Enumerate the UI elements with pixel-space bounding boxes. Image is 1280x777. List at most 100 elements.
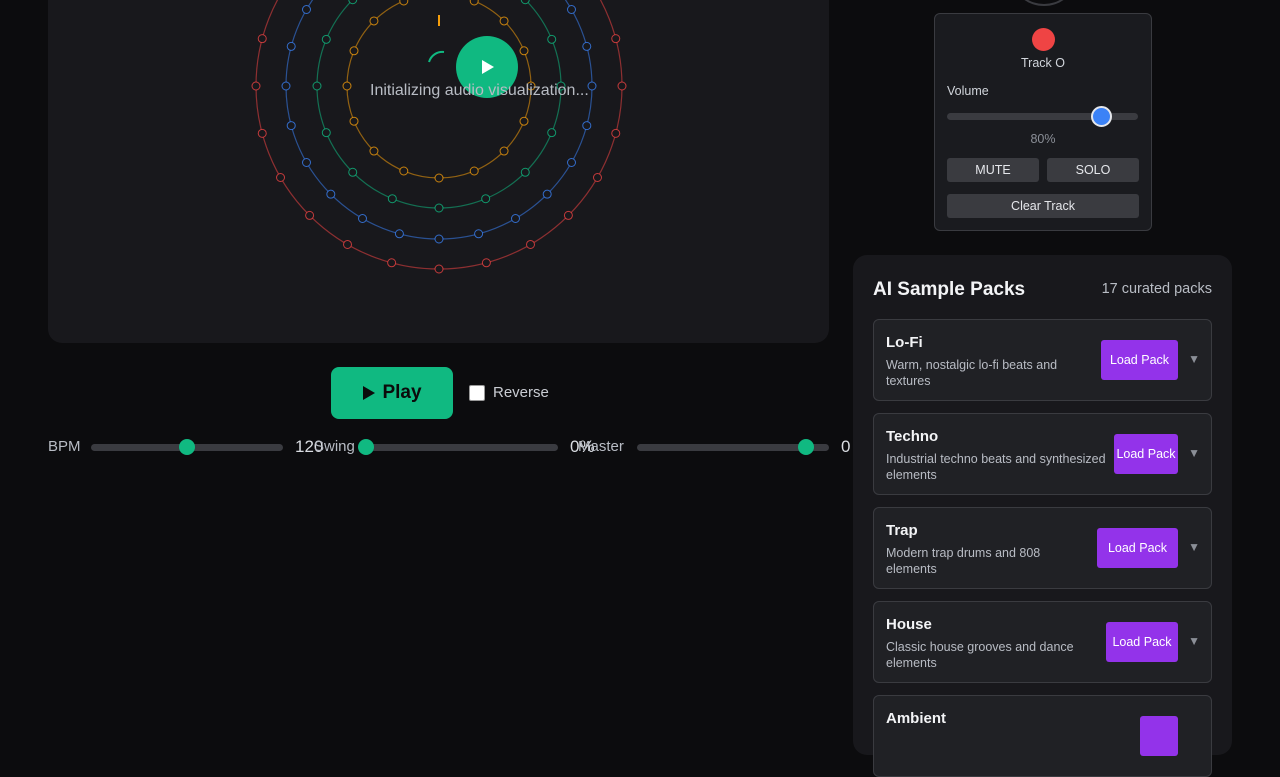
- chevron-down-icon[interactable]: ▼: [1188, 352, 1200, 366]
- sequencer-step[interactable]: [611, 128, 621, 138]
- sequencer-step[interactable]: [582, 121, 592, 131]
- mute-button[interactable]: MUTE: [947, 158, 1039, 182]
- volume-slider-thumb[interactable]: [1090, 106, 1112, 127]
- sequencer-step[interactable]: [348, 167, 358, 177]
- visualizer-status: Initializing audio visualization...: [370, 82, 589, 99]
- pack-card-trap[interactable]: Trap Modern trap drums and 808 elements …: [873, 507, 1212, 589]
- sequencer-step[interactable]: [592, 173, 602, 182]
- chevron-down-icon[interactable]: ▼: [1188, 540, 1200, 554]
- sequencer-step[interactable]: [305, 210, 315, 220]
- volume-label: Volume: [947, 84, 989, 98]
- swing-slider-thumb[interactable]: [358, 439, 374, 455]
- track-controls-card: Track O Volume 80% MUTE SOLO Clear Track: [934, 13, 1152, 231]
- sequencer-step[interactable]: [481, 258, 491, 268]
- sequencer-step[interactable]: [257, 128, 267, 138]
- play-icon: [363, 386, 376, 400]
- sequencer-step[interactable]: [369, 146, 379, 156]
- sequencer-step[interactable]: [257, 34, 267, 44]
- visualizer-panel: Initializing audio visualization...: [48, 0, 829, 343]
- sequencer-step[interactable]: [582, 41, 592, 51]
- sequencer-step[interactable]: [542, 189, 552, 199]
- clear-track-button[interactable]: Clear Track: [947, 194, 1139, 218]
- load-pack-button[interactable]: Load Pack: [1114, 434, 1178, 474]
- reverse-checkbox[interactable]: [469, 384, 485, 401]
- sequencer-step[interactable]: [286, 121, 296, 131]
- sequencer-step[interactable]: [469, 166, 479, 176]
- sequencer-step[interactable]: [434, 173, 444, 183]
- load-pack-button[interactable]: Load Pack: [1101, 340, 1178, 380]
- sequencer-step[interactable]: [286, 41, 296, 51]
- sequencer-step[interactable]: [434, 234, 444, 244]
- sequencer-step[interactable]: [567, 5, 577, 14]
- reverse-toggle[interactable]: Reverse: [469, 384, 549, 401]
- sequencer-step[interactable]: [469, 0, 479, 6]
- sequencer-step[interactable]: [520, 167, 530, 177]
- bpm-slider-thumb[interactable]: [179, 439, 195, 455]
- sequencer-step[interactable]: [251, 81, 261, 91]
- play-icon: [482, 60, 494, 74]
- master-slider-thumb[interactable]: [797, 439, 814, 455]
- reverse-label: Reverse: [493, 384, 549, 401]
- sequencer-step[interactable]: [348, 0, 358, 5]
- chevron-down-icon[interactable]: ▼: [1188, 634, 1200, 648]
- sequencer-step[interactable]: [547, 34, 557, 44]
- sequencer-step[interactable]: [499, 16, 509, 26]
- sequencer-ring: [285, 0, 593, 240]
- sequencer-step[interactable]: [611, 34, 621, 44]
- sequencer-step[interactable]: [399, 166, 409, 176]
- sequencer-step[interactable]: [434, 203, 444, 213]
- sample-packs-panel: AI Sample Packs 17 curated packs Lo-Fi W…: [853, 255, 1232, 777]
- load-pack-button[interactable]: [1140, 716, 1178, 756]
- play-button[interactable]: Play: [331, 367, 453, 419]
- master-label: Master: [578, 438, 624, 455]
- sequencer-step[interactable]: [387, 258, 397, 268]
- sequencer-step[interactable]: [394, 229, 404, 239]
- sequencer-step[interactable]: [301, 158, 311, 167]
- sequencer-step[interactable]: [474, 229, 484, 239]
- sequencer-step[interactable]: [349, 116, 359, 126]
- sequencer-step[interactable]: [567, 158, 577, 167]
- load-pack-button[interactable]: Load Pack: [1097, 528, 1178, 568]
- pack-card-techno[interactable]: Techno Industrial techno beats and synth…: [873, 413, 1212, 495]
- sequencer-step[interactable]: [399, 0, 409, 6]
- sequencer-step[interactable]: [434, 264, 444, 274]
- sequencer-step[interactable]: [481, 194, 491, 204]
- chevron-down-icon[interactable]: ▼: [1188, 446, 1200, 460]
- sequencer-step[interactable]: [519, 46, 529, 56]
- sequencer-step[interactable]: [520, 0, 530, 5]
- sequencer-step[interactable]: [511, 214, 520, 224]
- sequencer-step[interactable]: [326, 189, 336, 199]
- pack-description: Modern trap drums and 808 elements: [886, 546, 1041, 576]
- sequencer-step[interactable]: [358, 214, 367, 224]
- pack-card-ambient[interactable]: Ambient: [873, 695, 1212, 777]
- sequencer-step[interactable]: [343, 239, 352, 249]
- pack-description: Classic house grooves and dance elements: [886, 640, 1074, 670]
- sequencer-step[interactable]: [281, 81, 291, 91]
- sequencer-step[interactable]: [276, 173, 286, 182]
- sequencer-step[interactable]: [321, 34, 331, 44]
- sequencer-step[interactable]: [499, 146, 509, 156]
- sequencer-step[interactable]: [301, 5, 311, 14]
- sequencer-step[interactable]: [617, 81, 627, 91]
- track-color-dot: [1032, 28, 1055, 51]
- sequencer-step[interactable]: [526, 239, 535, 249]
- sequencer-step[interactable]: [321, 128, 331, 138]
- sequencer-step[interactable]: [349, 46, 359, 56]
- loading-spinner-icon: [428, 50, 445, 63]
- track-knob[interactable]: [1015, 0, 1073, 6]
- sequencer-step[interactable]: [369, 16, 379, 26]
- pack-card-lofi[interactable]: Lo-Fi Warm, nostalgic lo-fi beats and te…: [873, 319, 1212, 401]
- volume-value: 80%: [1030, 132, 1056, 146]
- pack-card-house[interactable]: House Classic house grooves and dance el…: [873, 601, 1212, 683]
- swing-slider-track[interactable]: [366, 444, 558, 451]
- sequencer-step[interactable]: [519, 116, 529, 126]
- sequencer-step[interactable]: [342, 81, 352, 91]
- circular-sequencer[interactable]: [48, 0, 829, 343]
- sequencer-step[interactable]: [563, 210, 573, 220]
- sequencer-step[interactable]: [312, 81, 322, 91]
- sequencer-step[interactable]: [547, 128, 557, 138]
- sequencer-step[interactable]: [387, 194, 397, 204]
- load-pack-button[interactable]: Load Pack: [1106, 622, 1178, 662]
- solo-button[interactable]: SOLO: [1047, 158, 1139, 182]
- sequencer-step[interactable]: [587, 81, 597, 91]
